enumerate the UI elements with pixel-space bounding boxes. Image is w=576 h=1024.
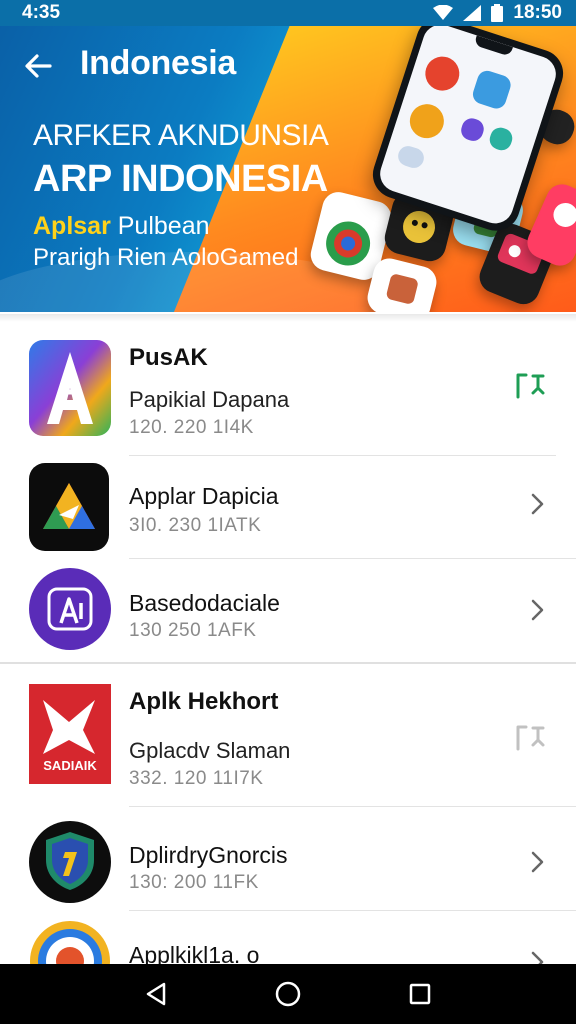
header-banner: Indonesia ARFKER AKNDUNSIA ARP INDONESIA… — [0, 0, 576, 312]
signal-icon — [463, 5, 482, 21]
triangle-play-icon — [29, 463, 109, 556]
purple-circle-a-icon — [29, 567, 111, 656]
list-item-title: Basedodaciale — [129, 590, 280, 616]
banner-subtitle-1: Aplsar Pulbean — [33, 212, 210, 241]
red-shield-icon: SADIAIK — [29, 684, 111, 789]
chevron-right-icon[interactable] — [529, 950, 545, 964]
list-item[interactable]: Basedodaciale 130 250 1AFK — [0, 560, 576, 660]
status-time-left: 4:35 — [22, 2, 61, 23]
list-item-title: Applar Dapicia — [129, 483, 279, 509]
back-arrow-icon[interactable] — [24, 52, 52, 85]
list-item-meta: 332. 120 11I7K — [129, 768, 264, 789]
divider — [129, 910, 576, 911]
banner-subtitle-2: Prarigh Rien AoloGamed — [33, 244, 299, 271]
list-item-title: Aplk Hekhort — [129, 688, 279, 715]
back-nav-icon[interactable] — [136, 974, 176, 1014]
update-icon[interactable] — [515, 372, 547, 405]
banner-subtitle-highlight: Aplsar — [33, 212, 111, 240]
list-item[interactable]: Applkikl1a. o — [0, 912, 576, 964]
shield-badge-icon — [29, 820, 111, 909]
update-icon[interactable] — [515, 724, 547, 757]
list-item-meta: 130 250 1AFK — [129, 620, 257, 641]
list-item-meta: 130: 200 11FK — [129, 872, 259, 893]
home-nav-icon[interactable] — [268, 974, 308, 1014]
phone-app-icon-2 — [470, 68, 514, 112]
divider — [129, 455, 556, 456]
phone-app-icon-6 — [395, 143, 427, 171]
phone-app-icon-3 — [405, 99, 449, 143]
chevron-right-icon[interactable] — [529, 492, 545, 521]
list-item[interactable]: SADIAIK Aplk Hekhort Gplacdv Slaman 332.… — [0, 666, 576, 806]
list-item-meta: 3I0. 230 1IATK — [129, 515, 262, 536]
battery-icon — [491, 4, 504, 22]
status-time-right: 18:50 — [513, 2, 562, 23]
phone-app-icon-1 — [420, 52, 464, 96]
status-bar: 4:35 18:50 — [0, 0, 576, 26]
list-item[interactable]: Applar Dapicia 3I0. 230 1IATK — [0, 458, 576, 558]
recents-nav-icon[interactable] — [400, 974, 440, 1014]
letter-a-gradient-icon — [29, 340, 111, 441]
banner-kicker: ARFKER AKNDUNSIA — [33, 119, 329, 152]
chevron-right-icon[interactable] — [529, 598, 545, 627]
page-title: Indonesia — [80, 44, 236, 82]
list-item-title: DplirdryGnorcis — [129, 842, 288, 868]
phone-app-icon-4 — [458, 115, 487, 144]
svg-text:SADIAIK: SADIAIK — [43, 758, 97, 773]
divider — [129, 558, 576, 559]
banner-subtitle-rest: Pulbean — [110, 212, 210, 240]
wifi-icon — [433, 5, 454, 20]
chevron-right-icon[interactable] — [529, 850, 545, 879]
divider — [129, 806, 576, 807]
list-item-title: Applkikl1a. o — [129, 942, 260, 964]
list-item[interactable]: PusAK Papikial Dapana 120. 220 1I4K — [0, 312, 576, 454]
phone-app-icon-5 — [487, 125, 515, 153]
list-item-subtitle: Gplacdv Slaman — [129, 738, 291, 763]
ring-gradient-icon — [29, 920, 111, 964]
navigation-bar — [0, 964, 576, 1024]
list-item-subtitle: Papikial Dapana — [129, 387, 290, 412]
list-item-title: PusAK — [129, 344, 208, 371]
list-item-meta: 120. 220 1I4K — [129, 417, 254, 438]
banner-headline: ARP INDONESIA — [33, 158, 328, 200]
section-divider — [0, 662, 576, 664]
list-item[interactable]: DplirdryGnorcis 130: 200 11FK — [0, 808, 576, 908]
